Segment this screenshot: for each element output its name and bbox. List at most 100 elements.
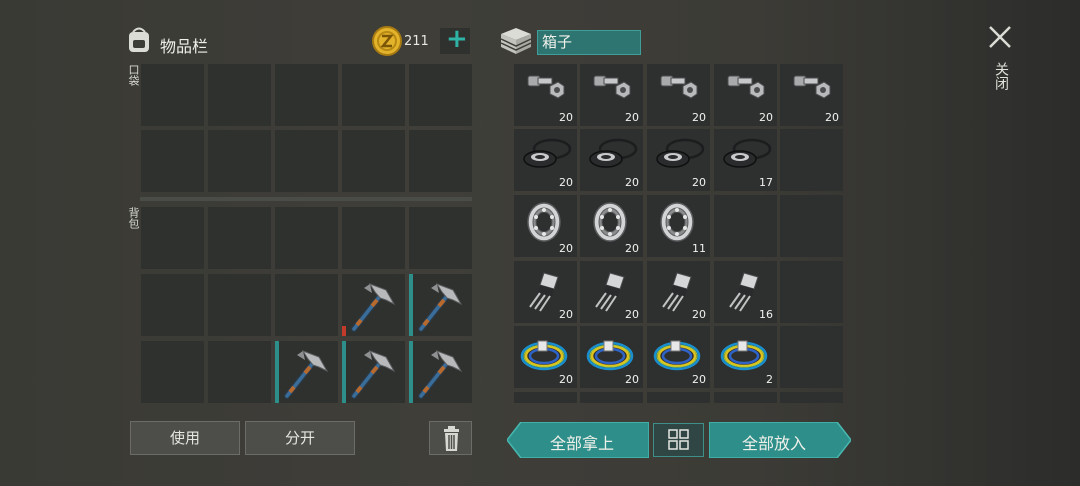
pocket-slot[interactable] [275, 64, 338, 126]
item-count: 20 [759, 111, 773, 124]
pocket-slot[interactable] [409, 64, 472, 126]
sort-button[interactable] [653, 423, 704, 457]
add-coins-button[interactable]: + [440, 24, 470, 54]
backpack-slot[interactable] [275, 274, 338, 336]
item-count: 20 [559, 242, 573, 255]
backpack-slot[interactable] [208, 274, 271, 336]
box-slot[interactable]: 2 [714, 326, 777, 388]
box-slot[interactable]: 20 [647, 261, 710, 323]
backpack-slot[interactable] [275, 207, 338, 269]
backpack-slot[interactable] [342, 274, 405, 336]
item-count: 20 [625, 308, 639, 321]
item-count: 20 [692, 111, 706, 124]
box-slot[interactable] [714, 392, 777, 403]
box-slot[interactable]: 20 [580, 64, 643, 126]
hammer-icon [409, 341, 472, 407]
item-count: 20 [625, 176, 639, 189]
backpack-slot[interactable] [208, 207, 271, 269]
box-slot[interactable] [780, 261, 843, 323]
box-slot[interactable] [780, 392, 843, 403]
box-slot[interactable]: 20 [580, 195, 643, 257]
pocket-slot[interactable] [141, 130, 204, 192]
hammer-icon [275, 341, 338, 407]
coin-count: 211 [404, 34, 429, 49]
pocket-slot[interactable] [208, 130, 271, 192]
trash-button[interactable] [429, 421, 472, 455]
item-count: 20 [559, 308, 573, 321]
item-count: 2 [766, 373, 773, 386]
backpack-slot[interactable] [275, 341, 338, 403]
backpack-slot[interactable] [141, 274, 204, 336]
box-slot[interactable]: 20 [580, 261, 643, 323]
item-count: 20 [692, 373, 706, 386]
hammer-icon [409, 274, 472, 340]
plus-icon: + [446, 24, 468, 54]
gasket-icon [514, 129, 577, 183]
grid-icon [668, 429, 689, 450]
take-all-button[interactable]: 全部拿上 [507, 422, 649, 458]
pocket-slot[interactable] [409, 130, 472, 192]
backpack-label: 背包 [127, 207, 140, 229]
item-count: 20 [625, 242, 639, 255]
backpack-slot[interactable] [208, 341, 271, 403]
backpack-slot[interactable] [342, 207, 405, 269]
box-icon [498, 25, 534, 57]
box-slot[interactable]: 20 [714, 64, 777, 126]
box-slot[interactable]: 20 [580, 129, 643, 191]
item-count: 20 [559, 176, 573, 189]
box-slot[interactable]: 20 [514, 326, 577, 388]
pocket-divider [140, 197, 472, 201]
item-count: 20 [825, 111, 839, 124]
box-slot[interactable]: 20 [514, 129, 577, 191]
put-all-label: 全部放入 [741, 434, 806, 453]
put-all-button[interactable]: 全部放入 [709, 422, 851, 458]
pocket-slot[interactable] [342, 64, 405, 126]
box-slot[interactable] [514, 392, 577, 403]
pocket-slot[interactable] [141, 64, 204, 126]
inventory-title: 物品栏 [160, 37, 209, 56]
box-slot[interactable]: 20 [780, 64, 843, 126]
box-slot[interactable] [714, 195, 777, 257]
item-count: 20 [692, 176, 706, 189]
backpack-slot[interactable] [141, 341, 204, 403]
box-slot[interactable]: 20 [647, 64, 710, 126]
box-slot[interactable] [780, 326, 843, 388]
backpack-slot[interactable] [342, 341, 405, 403]
backpack-slot[interactable] [409, 207, 472, 269]
box-slot[interactable]: 20 [514, 261, 577, 323]
pocket-slot[interactable] [275, 130, 338, 192]
item-count: 17 [759, 176, 773, 189]
backpack-slot[interactable] [141, 207, 204, 269]
box-slot[interactable] [580, 392, 643, 403]
pocket-slot[interactable] [342, 130, 405, 192]
pocket-label: 口袋 [127, 64, 140, 86]
box-slot[interactable]: 20 [514, 195, 577, 257]
close-button[interactable]: 关闭 [985, 22, 1015, 102]
split-button[interactable]: 分开 [245, 421, 355, 455]
backpack-icon [124, 24, 154, 54]
item-count: 20 [692, 308, 706, 321]
backpack-slot[interactable] [409, 341, 472, 403]
box-slot[interactable]: 20 [647, 326, 710, 388]
box-slot[interactable]: 20 [647, 129, 710, 191]
box-slot[interactable]: 11 [647, 195, 710, 257]
pocket-slot[interactable] [208, 64, 271, 126]
box-slot[interactable]: 20 [580, 326, 643, 388]
item-count: 20 [625, 373, 639, 386]
box-slot[interactable]: 17 [714, 129, 777, 191]
box-slot[interactable]: 16 [714, 261, 777, 323]
use-button[interactable]: 使用 [130, 421, 240, 455]
coin-icon [372, 26, 402, 56]
box-title: 箱子 [537, 30, 641, 55]
backpack-slot[interactable] [409, 274, 472, 336]
bolt-icon [647, 64, 710, 113]
item-count: 20 [625, 111, 639, 124]
box-slot[interactable] [780, 195, 843, 257]
box-slot[interactable] [780, 129, 843, 191]
box-slot[interactable] [647, 392, 710, 403]
close-label: 关闭 [993, 62, 1009, 90]
gasket-icon [580, 129, 643, 183]
gasket-icon [714, 129, 777, 183]
box-slot[interactable]: 20 [514, 64, 577, 126]
take-all-label: 全部拿上 [549, 434, 614, 453]
